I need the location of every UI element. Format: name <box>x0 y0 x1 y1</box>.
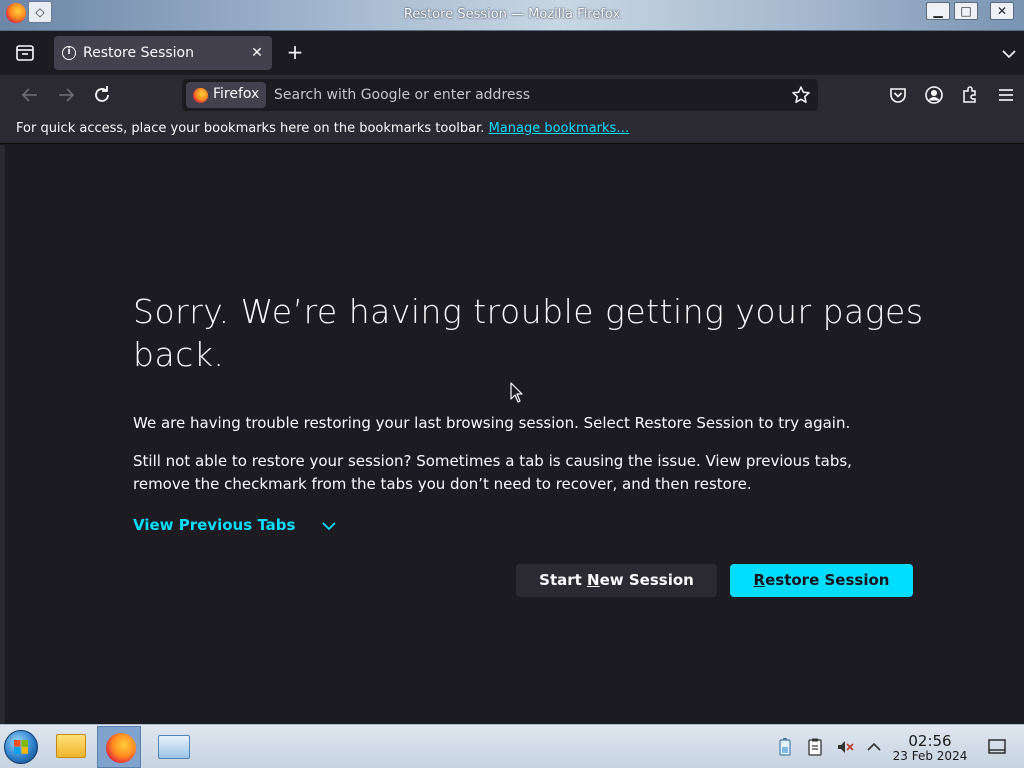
clipboard-tray-button[interactable] <box>806 737 824 757</box>
error-hint: Still not able to restore your session? … <box>133 452 852 493</box>
clock-time[interactable]: 02:56 <box>890 732 970 750</box>
bookmarks-toolbar-message: For quick access, place your bookmarks h… <box>16 121 629 136</box>
restore-accesskey: R <box>753 571 766 589</box>
pocket-icon <box>890 88 906 103</box>
firefox-view-icon <box>16 45 34 61</box>
account-icon <box>925 86 943 104</box>
account-button[interactable] <box>924 85 944 105</box>
window-titlebar[interactable]: ◇ Restore Session — Mozilla Firefox ▁ □ … <box>0 0 1024 31</box>
arrow-left-icon <box>21 88 37 102</box>
page-title: Sorry. We’re having trouble getting your… <box>133 292 924 374</box>
control-panel-icon <box>158 735 190 759</box>
chevron-down-icon[interactable] <box>320 517 338 535</box>
navigation-toolbar: Firefox <box>0 75 1024 115</box>
firefox-view-button[interactable] <box>14 43 36 63</box>
arrow-right-icon <box>59 88 75 102</box>
taskbar-firefox[interactable] <box>97 726 141 768</box>
start-menu-button[interactable] <box>4 730 38 764</box>
speaker-muted-icon <box>838 741 854 753</box>
window-title: Restore Session — Mozilla Firefox <box>403 7 621 22</box>
folder-icon <box>56 734 86 758</box>
tab-strip: i Restore Session ✕ + <box>0 31 1024 75</box>
chevron-down-icon <box>1002 50 1016 59</box>
volume-tray-button[interactable] <box>836 737 854 757</box>
clock-date[interactable]: 23 Feb 2024 <box>890 749 970 763</box>
reload-icon <box>95 86 109 102</box>
puzzle-icon <box>963 86 976 103</box>
manage-bookmarks-link[interactable]: Manage bookmarks… <box>489 121 630 136</box>
close-tab-button[interactable]: ✕ <box>247 42 267 64</box>
taskbar: 02:56 23 Feb 2024 <box>0 724 1024 768</box>
restore-session-button[interactable]: Restore Session <box>730 564 913 597</box>
close-window-button[interactable]: ✕ <box>990 2 1014 20</box>
minimize-button[interactable]: ▁ <box>926 2 950 20</box>
reload-button[interactable] <box>90 83 114 107</box>
identity-box[interactable]: Firefox <box>186 82 266 108</box>
tab-restore-session[interactable]: i Restore Session ✕ <box>54 36 272 70</box>
start-new-pre: Start <box>539 571 588 589</box>
new-tab-button[interactable]: + <box>284 42 306 64</box>
firefox-logo-icon <box>193 88 208 103</box>
bookmarks-hint-text: For quick access, place your bookmarks h… <box>16 121 485 136</box>
start-new-session-button[interactable]: Start New Session <box>516 564 717 597</box>
bookmark-star-button[interactable] <box>791 85 811 105</box>
mouse-pointer-icon <box>510 382 523 403</box>
list-all-tabs-button[interactable] <box>998 43 1020 65</box>
back-button[interactable] <box>18 83 42 107</box>
clipboard-icon <box>808 738 822 756</box>
restore-session-page: Sorry. We’re having trouble getting your… <box>0 145 1024 724</box>
battery-icon <box>779 738 791 756</box>
pocket-button[interactable] <box>888 85 908 105</box>
error-description: We are having trouble restoring your las… <box>133 414 851 432</box>
view-previous-tabs-toggle[interactable]: View Previous Tabs <box>133 516 295 534</box>
show-desktop-button[interactable] <box>986 737 1008 757</box>
star-icon <box>792 86 810 103</box>
start-new-post: ew Session <box>599 571 694 589</box>
tab-title: Restore Session <box>83 45 194 61</box>
chevron-up-icon <box>867 742 881 751</box>
url-bar[interactable]: Firefox <box>182 79 818 111</box>
url-input[interactable] <box>274 85 774 105</box>
hamburger-menu-icon <box>999 89 1013 101</box>
restore-post: estore Session <box>765 571 890 589</box>
show-hidden-icons-button[interactable] <box>865 737 883 757</box>
power-tray-button[interactable] <box>776 737 794 757</box>
taskbar-file-manager[interactable] <box>48 726 92 768</box>
info-icon: i <box>62 46 76 60</box>
identity-label: Firefox <box>213 86 260 102</box>
start-new-accesskey: N <box>587 571 600 589</box>
bookmarks-toolbar: For quick access, place your bookmarks h… <box>0 115 1024 144</box>
firefox-icon <box>106 733 136 763</box>
extensions-button[interactable] <box>960 85 980 105</box>
taskbar-control-panel[interactable] <box>151 726 195 768</box>
forward-button[interactable] <box>54 83 78 107</box>
app-menu-button[interactable] <box>996 85 1016 105</box>
desktop-icon <box>988 739 1006 754</box>
maximize-button[interactable]: □ <box>954 2 978 20</box>
